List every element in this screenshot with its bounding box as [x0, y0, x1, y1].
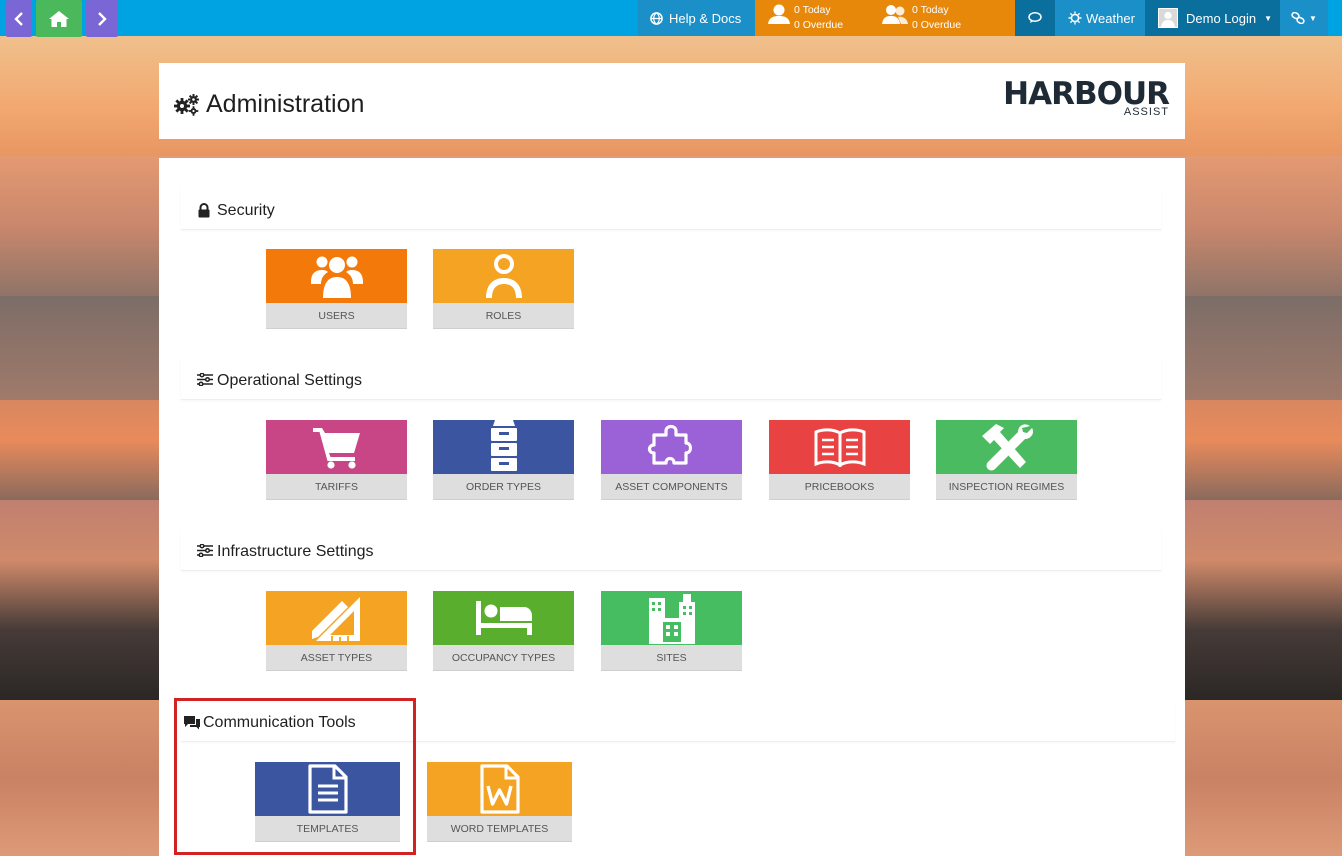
tile-icon-area — [266, 420, 407, 474]
my-tasks-today: 0 Today — [794, 4, 831, 16]
caret-down-icon: ▼ — [1264, 13, 1273, 23]
my-tasks-overdue: 0 Overdue — [794, 19, 844, 31]
tile-sites[interactable]: SITES — [601, 591, 742, 671]
user-menu-button[interactable]: Demo Login ▼ — [1145, 0, 1280, 36]
globe-icon — [650, 11, 663, 25]
book-icon — [814, 428, 865, 467]
chat-button[interactable] — [1015, 0, 1055, 36]
user-label: Demo Login — [1186, 10, 1257, 26]
puzzle-icon — [647, 424, 692, 465]
tile-word-templates[interactable]: WORD TEMPLATES — [427, 762, 572, 842]
cabinet-icon — [490, 420, 517, 471]
team-tasks-today: 0 Today — [912, 4, 949, 16]
tile-label: OCCUPANCY TYPES — [433, 645, 574, 671]
sun-icon — [1068, 11, 1082, 25]
section-header-security: Security — [181, 188, 1161, 230]
tile-icon-area — [433, 249, 574, 303]
avatar — [1158, 8, 1178, 28]
team-tasks-indicator[interactable]: 0 Today 0 Overdue — [881, 3, 961, 33]
tasks-panel: 0 Today 0 Overdue 0 Today 0 Overdue — [755, 0, 1015, 36]
tile-order-types[interactable]: ORDER TYPES — [433, 420, 574, 500]
tile-tariffs[interactable]: TARIFFS — [266, 420, 407, 500]
tile-icon-area — [266, 591, 407, 645]
tile-occupancy-types[interactable]: OCCUPANCY TYPES — [433, 591, 574, 671]
back-button[interactable] — [6, 0, 32, 37]
home-icon — [49, 10, 69, 27]
tools-icon — [981, 424, 1033, 471]
user-icon — [485, 254, 522, 298]
weather-label: Weather — [1086, 10, 1135, 26]
tile-icon-area — [427, 762, 572, 816]
forward-button[interactable] — [86, 0, 118, 37]
chat-icon — [1028, 12, 1042, 23]
section-header-operational-settings: Operational Settings — [181, 358, 1161, 400]
tile-label: INSPECTION REGIMES — [936, 474, 1077, 500]
users-group-icon — [882, 5, 908, 24]
tile-label: PRICEBOOKS — [769, 474, 910, 500]
highlight-box — [174, 698, 416, 855]
help-docs-button[interactable]: Help & Docs — [638, 0, 755, 36]
tile-icon-area — [601, 591, 742, 645]
buildings-icon — [648, 594, 695, 644]
tile-label: ROLES — [433, 303, 574, 329]
tile-label: ASSET COMPONENTS — [601, 474, 742, 500]
tile-label: ORDER TYPES — [433, 474, 574, 500]
tile-icon-area — [433, 591, 574, 645]
tile-label: ASSET TYPES — [266, 645, 407, 671]
users-icon — [310, 256, 363, 298]
user-icon — [768, 4, 790, 24]
tile-icon-area — [936, 420, 1077, 474]
link-icon — [1291, 12, 1305, 24]
tile-asset-types[interactable]: ASSET TYPES — [266, 591, 407, 671]
cart-icon — [312, 428, 360, 469]
tile-icon-area — [266, 249, 407, 303]
tile-roles[interactable]: ROLES — [433, 249, 574, 329]
chevron-left-icon — [14, 11, 23, 26]
team-tasks-overdue: 0 Overdue — [912, 19, 962, 31]
lock-icon — [198, 203, 210, 218]
word-file-icon — [479, 764, 520, 814]
section-header-infrastructure-settings: Infrastructure Settings — [181, 529, 1161, 571]
bed-icon — [475, 601, 532, 635]
ruler-icon — [311, 597, 360, 641]
tile-icon-area — [433, 420, 574, 474]
logo-wordmark: HARBOUR — [1003, 76, 1170, 112]
section-title: Infrastructure Settings — [217, 543, 374, 560]
cogs-icon — [174, 94, 199, 116]
sliders-icon — [197, 373, 213, 386]
tile-icon-area — [601, 420, 742, 474]
tile-users[interactable]: USERS — [266, 249, 407, 329]
chevron-right-icon — [98, 11, 107, 26]
tile-asset-components[interactable]: ASSET COMPONENTS — [601, 420, 742, 500]
avatar-silhouette-icon — [1161, 11, 1175, 27]
harbour-assist-logo[interactable]: HARBOUR ASSIST — [1003, 76, 1170, 118]
caret-down-icon: ▼ — [1309, 13, 1317, 23]
tile-icon-area — [769, 420, 910, 474]
my-tasks-indicator[interactable]: 0 Today 0 Overdue — [767, 3, 843, 33]
home-button[interactable] — [36, 0, 82, 37]
tile-label: WORD TEMPLATES — [427, 816, 572, 842]
tile-inspection-regimes[interactable]: INSPECTION REGIMES — [936, 420, 1077, 500]
section-title: Operational Settings — [217, 372, 362, 389]
tile-label: TARIFFS — [266, 474, 407, 500]
weather-button[interactable]: Weather — [1055, 0, 1145, 36]
tile-label: SITES — [601, 645, 742, 671]
links-menu-button[interactable]: ▼ — [1280, 0, 1328, 36]
tile-label: USERS — [266, 303, 407, 329]
page-title: Administration — [206, 90, 365, 118]
help-docs-label: Help & Docs — [669, 10, 742, 26]
section-title: Security — [217, 202, 275, 219]
page-header: Administration HARBOUR ASSIST — [159, 63, 1185, 139]
sliders-icon — [197, 544, 213, 557]
tile-pricebooks[interactable]: PRICEBOOKS — [769, 420, 910, 500]
